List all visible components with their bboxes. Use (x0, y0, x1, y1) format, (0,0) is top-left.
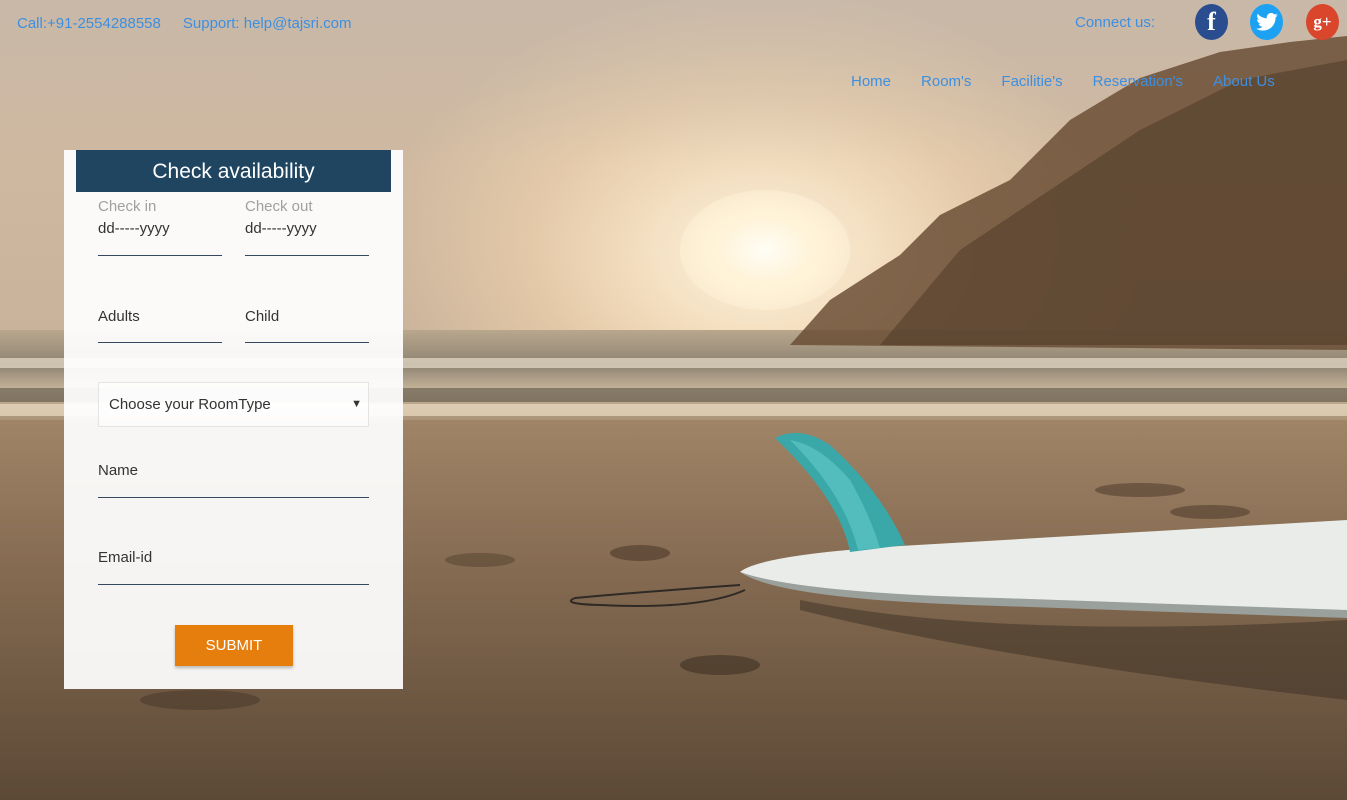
submit-button[interactable]: SUBMIT (175, 625, 293, 666)
google-plus-icon[interactable]: g+ (1306, 4, 1339, 40)
twitter-icon[interactable] (1250, 4, 1283, 40)
connect-label: Connect us: (1075, 14, 1156, 31)
nav-home[interactable]: Home (851, 73, 891, 90)
check-out-label: Check out (245, 198, 313, 215)
facebook-icon[interactable]: f (1195, 4, 1228, 40)
nav-reservations[interactable]: Reservation's (1093, 73, 1183, 90)
check-in-value: dd-----yyyy (98, 220, 170, 237)
nav-facilities[interactable]: Facilitie's (1001, 73, 1062, 90)
call-number[interactable]: Call:+91-2554288558 (17, 15, 161, 32)
room-type-select[interactable]: Choose your RoomType ▼ (98, 382, 369, 427)
check-in-label: Check in (98, 198, 157, 215)
check-in-field[interactable]: Check in dd-----yyyy (98, 198, 222, 256)
form-title: Check availability (76, 150, 391, 192)
adults-input[interactable]: Adults (98, 305, 222, 343)
name-input[interactable]: Name (98, 460, 369, 498)
check-out-field[interactable]: Check out dd-----yyyy (245, 198, 369, 256)
email-input[interactable]: Email-id (98, 547, 369, 585)
main-nav: Home Room's Facilitie's Reservation's Ab… (851, 73, 1275, 90)
nav-about-us[interactable]: About Us (1213, 73, 1275, 90)
support-email[interactable]: Support: help@tajsri.com (183, 15, 352, 32)
dropdown-arrow-icon: ▼ (351, 398, 362, 410)
child-input[interactable]: Child (245, 305, 369, 343)
check-availability-form: Check availability Check in dd-----yyyy … (64, 150, 403, 689)
nav-rooms[interactable]: Room's (921, 73, 971, 90)
contact-bar: Call:+91-2554288558 Support: help@tajsri… (17, 15, 352, 32)
check-out-value: dd-----yyyy (245, 220, 317, 237)
